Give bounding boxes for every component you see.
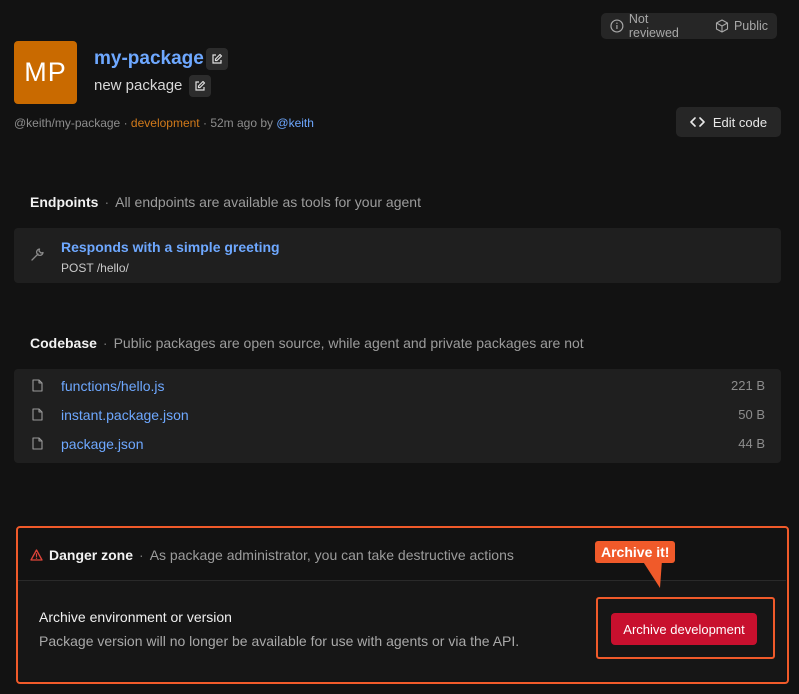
cube-icon bbox=[715, 19, 729, 33]
danger-zone-subtitle: As package administrator, you can take d… bbox=[149, 547, 514, 563]
endpoint-item[interactable]: Responds with a simple greeting POST /he… bbox=[14, 228, 781, 283]
endpoint-path: /hello/ bbox=[96, 261, 129, 275]
archive-section-title: Archive environment or version bbox=[39, 609, 232, 625]
edit-name-button[interactable] bbox=[206, 48, 228, 70]
archive-development-button[interactable]: Archive development bbox=[611, 613, 757, 645]
package-description: new package bbox=[94, 77, 183, 94]
file-icon bbox=[32, 408, 43, 421]
edit-code-label: Edit code bbox=[712, 114, 768, 130]
package-name: my-package bbox=[94, 48, 204, 69]
package-path: @keith/my-package bbox=[14, 116, 121, 130]
code-icon bbox=[690, 117, 705, 127]
author-link[interactable]: @keith bbox=[276, 116, 314, 130]
edit-description-button[interactable] bbox=[189, 75, 211, 97]
file-size: 50 B bbox=[738, 407, 765, 422]
endpoints-subtitle: All endpoints are available as tools for… bbox=[115, 194, 421, 210]
file-list: functions/hello.js 221 B instant.package… bbox=[14, 369, 781, 463]
package-logo: MP bbox=[14, 41, 77, 104]
codebase-heading: Codebase · Public packages are open source… bbox=[30, 335, 584, 351]
codebase-subtitle: Public packages are open source, while a… bbox=[113, 335, 584, 351]
warning-icon bbox=[30, 549, 43, 561]
endpoint-method: POST bbox=[61, 261, 94, 275]
codebase-title: Codebase bbox=[30, 335, 97, 351]
file-size: 44 B bbox=[738, 436, 765, 451]
environment-link[interactable]: development bbox=[131, 116, 200, 130]
danger-zone-heading: Danger zone · As package administrator, yo… bbox=[30, 547, 514, 563]
wrench-icon bbox=[31, 248, 44, 261]
file-row[interactable]: package.json 44 B bbox=[14, 431, 781, 460]
status-badges: Not reviewed Public bbox=[601, 12, 777, 40]
endpoints-title: Endpoints bbox=[30, 194, 99, 210]
endpoints-heading: Endpoints · All endpoints are available as… bbox=[30, 194, 421, 210]
callout-pointer bbox=[642, 560, 662, 588]
edit-icon bbox=[212, 53, 223, 64]
review-label: Not reviewed bbox=[628, 12, 679, 40]
edit-icon bbox=[195, 80, 206, 91]
file-row[interactable]: instant.package.json 50 B bbox=[14, 402, 781, 431]
file-name[interactable]: functions/hello.js bbox=[61, 378, 165, 394]
file-name[interactable]: package.json bbox=[61, 436, 144, 452]
visibility-label: Public bbox=[733, 19, 768, 33]
info-icon bbox=[610, 19, 624, 33]
danger-zone-title: Danger zone bbox=[49, 547, 134, 563]
file-row[interactable]: functions/hello.js 221 B bbox=[14, 373, 781, 402]
file-icon bbox=[32, 379, 43, 392]
updated-text: 52m ago by bbox=[210, 116, 274, 130]
edit-code-button[interactable]: Edit code bbox=[676, 107, 781, 137]
endpoint-route: POST /hello/ bbox=[61, 261, 129, 275]
visibility-badge: Public bbox=[715, 19, 768, 33]
file-icon bbox=[32, 437, 43, 450]
file-size: 221 B bbox=[731, 378, 765, 393]
archive-section-description: Package version will no longer be availa… bbox=[39, 633, 520, 649]
endpoint-title[interactable]: Responds with a simple greeting bbox=[61, 239, 280, 255]
package-meta: @keith/my-package · development · 52m ag… bbox=[14, 116, 314, 130]
review-badge: Not reviewed bbox=[610, 12, 701, 40]
file-name[interactable]: instant.package.json bbox=[61, 407, 189, 423]
